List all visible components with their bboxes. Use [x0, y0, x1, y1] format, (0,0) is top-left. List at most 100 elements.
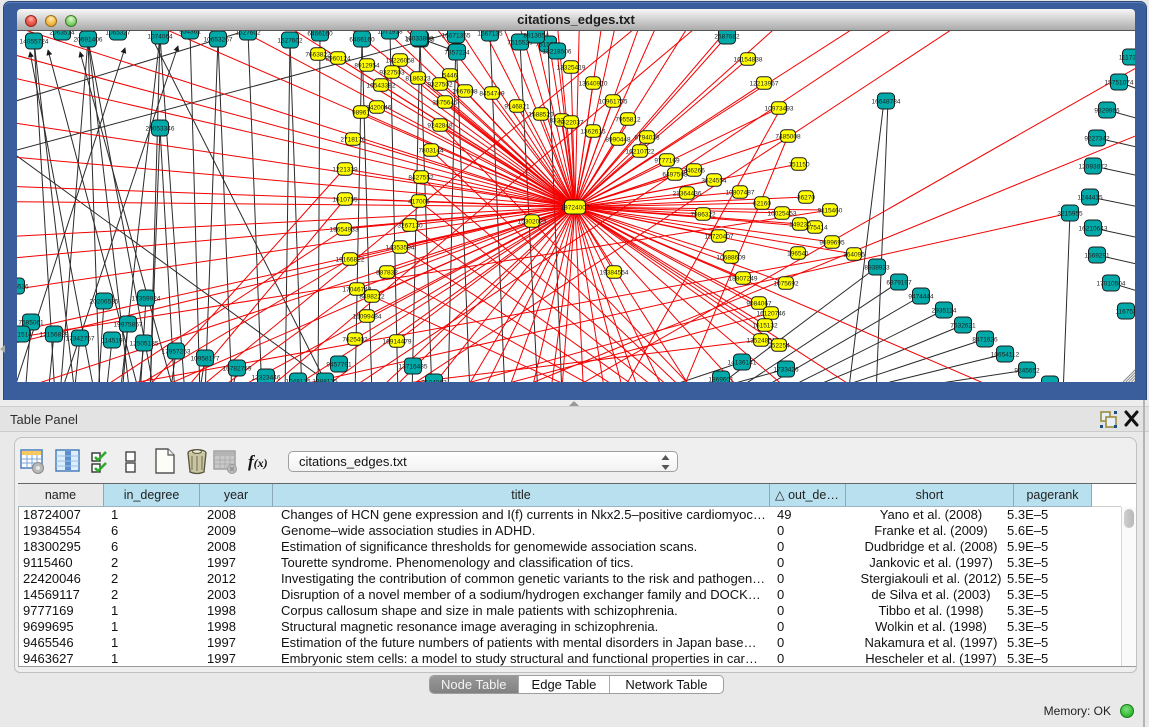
svg-text:13325419: 13325419	[557, 65, 586, 72]
svg-text:12093872: 12093872	[1079, 164, 1108, 171]
svg-text:7625402: 7625402	[342, 337, 368, 344]
svg-text:16033809: 16033809	[405, 36, 434, 43]
svg-text:10973493: 10973493	[765, 106, 794, 113]
svg-text:2967608: 2967608	[452, 89, 478, 96]
svg-text:19654933: 19654933	[330, 227, 359, 234]
svg-text:8960124: 8960124	[325, 56, 351, 63]
svg-text:114519: 114519	[101, 338, 123, 345]
svg-text:9777169: 9777169	[654, 158, 680, 165]
svg-text:1244415: 1244415	[1077, 195, 1103, 202]
svg-text:9327502: 9327502	[427, 82, 453, 89]
svg-text:10025453: 10025453	[768, 211, 797, 218]
svg-text:1048175: 1048175	[285, 379, 311, 383]
svg-text:887832: 887832	[376, 270, 398, 277]
svg-text:17359924: 17359924	[132, 296, 161, 303]
svg-text:14353594: 14353594	[386, 245, 415, 252]
svg-text:10961755: 10961755	[599, 99, 628, 106]
svg-text:1221339: 1221339	[332, 167, 358, 174]
svg-text:1733426: 1733426	[773, 367, 799, 374]
svg-text:17342757: 17342757	[66, 336, 95, 343]
svg-text:8912954: 8912954	[354, 63, 380, 70]
svg-text:9242848: 9242848	[427, 123, 453, 130]
svg-text:16099484: 16099484	[353, 314, 382, 321]
svg-text:1869601: 1869601	[708, 377, 734, 383]
svg-text:15720407: 15720407	[705, 234, 734, 241]
svg-text:12213967: 12213967	[750, 81, 779, 88]
svg-text:16782759: 16782759	[223, 366, 252, 373]
svg-text:2718176: 2718176	[340, 137, 366, 144]
svg-text:17957253: 17957253	[162, 349, 191, 356]
svg-text:252254: 252254	[768, 343, 790, 350]
svg-text:3624554: 3624554	[701, 178, 727, 185]
svg-text:1667135: 1667135	[477, 31, 503, 38]
svg-text:1527602: 1527602	[235, 31, 261, 37]
svg-text:18724007: 18724007	[561, 205, 590, 212]
svg-text:6466160: 6466160	[307, 31, 333, 38]
svg-text:9457791: 9457791	[326, 362, 352, 369]
svg-text:20691406: 20691406	[74, 37, 103, 44]
svg-text:18807249: 18807249	[729, 276, 758, 283]
svg-text:1610755: 1610755	[332, 197, 358, 204]
svg-text:6497568: 6497568	[662, 172, 688, 179]
svg-text:10958177: 10958177	[191, 356, 220, 363]
svg-text:14055724: 14055724	[20, 39, 49, 46]
svg-text:1569291: 1569291	[1084, 253, 1110, 260]
svg-text:19975857: 19975857	[114, 322, 143, 329]
svg-text:16210722: 16210722	[626, 149, 655, 156]
svg-text:17010504: 17010504	[1097, 281, 1126, 288]
svg-text:2104962: 2104962	[421, 380, 447, 383]
svg-text:5322037: 5322037	[558, 120, 584, 127]
svg-text:1074064: 1074064	[147, 34, 173, 41]
svg-text:7632621: 7632621	[950, 323, 976, 330]
svg-text:196541: 196541	[787, 251, 809, 258]
svg-text:954361: 954361	[179, 31, 201, 36]
svg-text:1527602: 1527602	[277, 38, 303, 45]
svg-text:15302023: 15302023	[518, 219, 547, 226]
svg-text:1065327: 1065327	[105, 31, 131, 37]
svg-text:7803144: 7803144	[418, 148, 444, 155]
svg-text:7585061: 7585061	[18, 320, 44, 327]
svg-text:8427552: 8427552	[408, 175, 434, 182]
svg-text:151150: 151150	[788, 162, 810, 169]
svg-text:7357224: 7357224	[444, 50, 470, 57]
svg-text:13716485: 13716485	[399, 364, 428, 371]
svg-text:391514: 391514	[17, 332, 32, 339]
svg-text:13218506: 13218506	[543, 49, 572, 56]
svg-text:98961: 98961	[352, 110, 370, 117]
svg-text:10653267: 10653267	[204, 37, 233, 44]
svg-text:9227342: 9227342	[1084, 136, 1110, 143]
svg-text:417006: 417006	[408, 199, 430, 206]
svg-text:7485008: 7485008	[775, 134, 801, 141]
svg-text:19384554: 19384554	[600, 270, 629, 277]
svg-text:13640910: 13640910	[579, 81, 608, 88]
svg-text:10688609: 10688609	[717, 255, 746, 262]
svg-text:1071918: 1071918	[377, 31, 403, 36]
svg-text:2687682: 2687682	[714, 34, 740, 41]
svg-text:19166822: 19166822	[336, 257, 365, 264]
svg-text:20053346: 20053346	[146, 126, 175, 133]
svg-text:3875645: 3875645	[432, 100, 458, 107]
svg-text:2063514: 2063514	[49, 31, 75, 37]
svg-text:8990448: 8990448	[605, 137, 631, 144]
svg-text:8498222: 8498222	[359, 294, 385, 301]
svg-text:36270: 36270	[797, 195, 815, 202]
svg-text:164095: 164095	[843, 252, 865, 259]
svg-text:15751074: 15751074	[1105, 80, 1134, 87]
svg-text:16671355: 16671355	[442, 33, 471, 40]
svg-text:6794028: 6794028	[634, 135, 660, 142]
svg-text:1615132: 1615132	[752, 323, 778, 330]
svg-text:9115460: 9115460	[818, 208, 843, 215]
svg-text:12323446: 12323446	[252, 375, 281, 382]
svg-text:1075692: 1075692	[773, 281, 799, 288]
svg-text:2626526: 2626526	[17, 284, 29, 291]
svg-text:16210643: 16210643	[1079, 226, 1108, 233]
svg-text:9329966: 9329966	[1094, 108, 1120, 115]
svg-text:7986322: 7986322	[690, 212, 716, 219]
svg-text:7955812: 7955812	[615, 117, 641, 124]
svg-text:10807487: 10807487	[726, 190, 755, 197]
svg-text:10654112: 10654112	[991, 352, 1020, 359]
svg-text:6379197: 6379197	[886, 280, 912, 287]
svg-text:62160: 62160	[753, 201, 771, 208]
svg-text:3215955: 3215955	[1057, 211, 1083, 218]
svg-text:9146821: 9146821	[504, 104, 530, 111]
